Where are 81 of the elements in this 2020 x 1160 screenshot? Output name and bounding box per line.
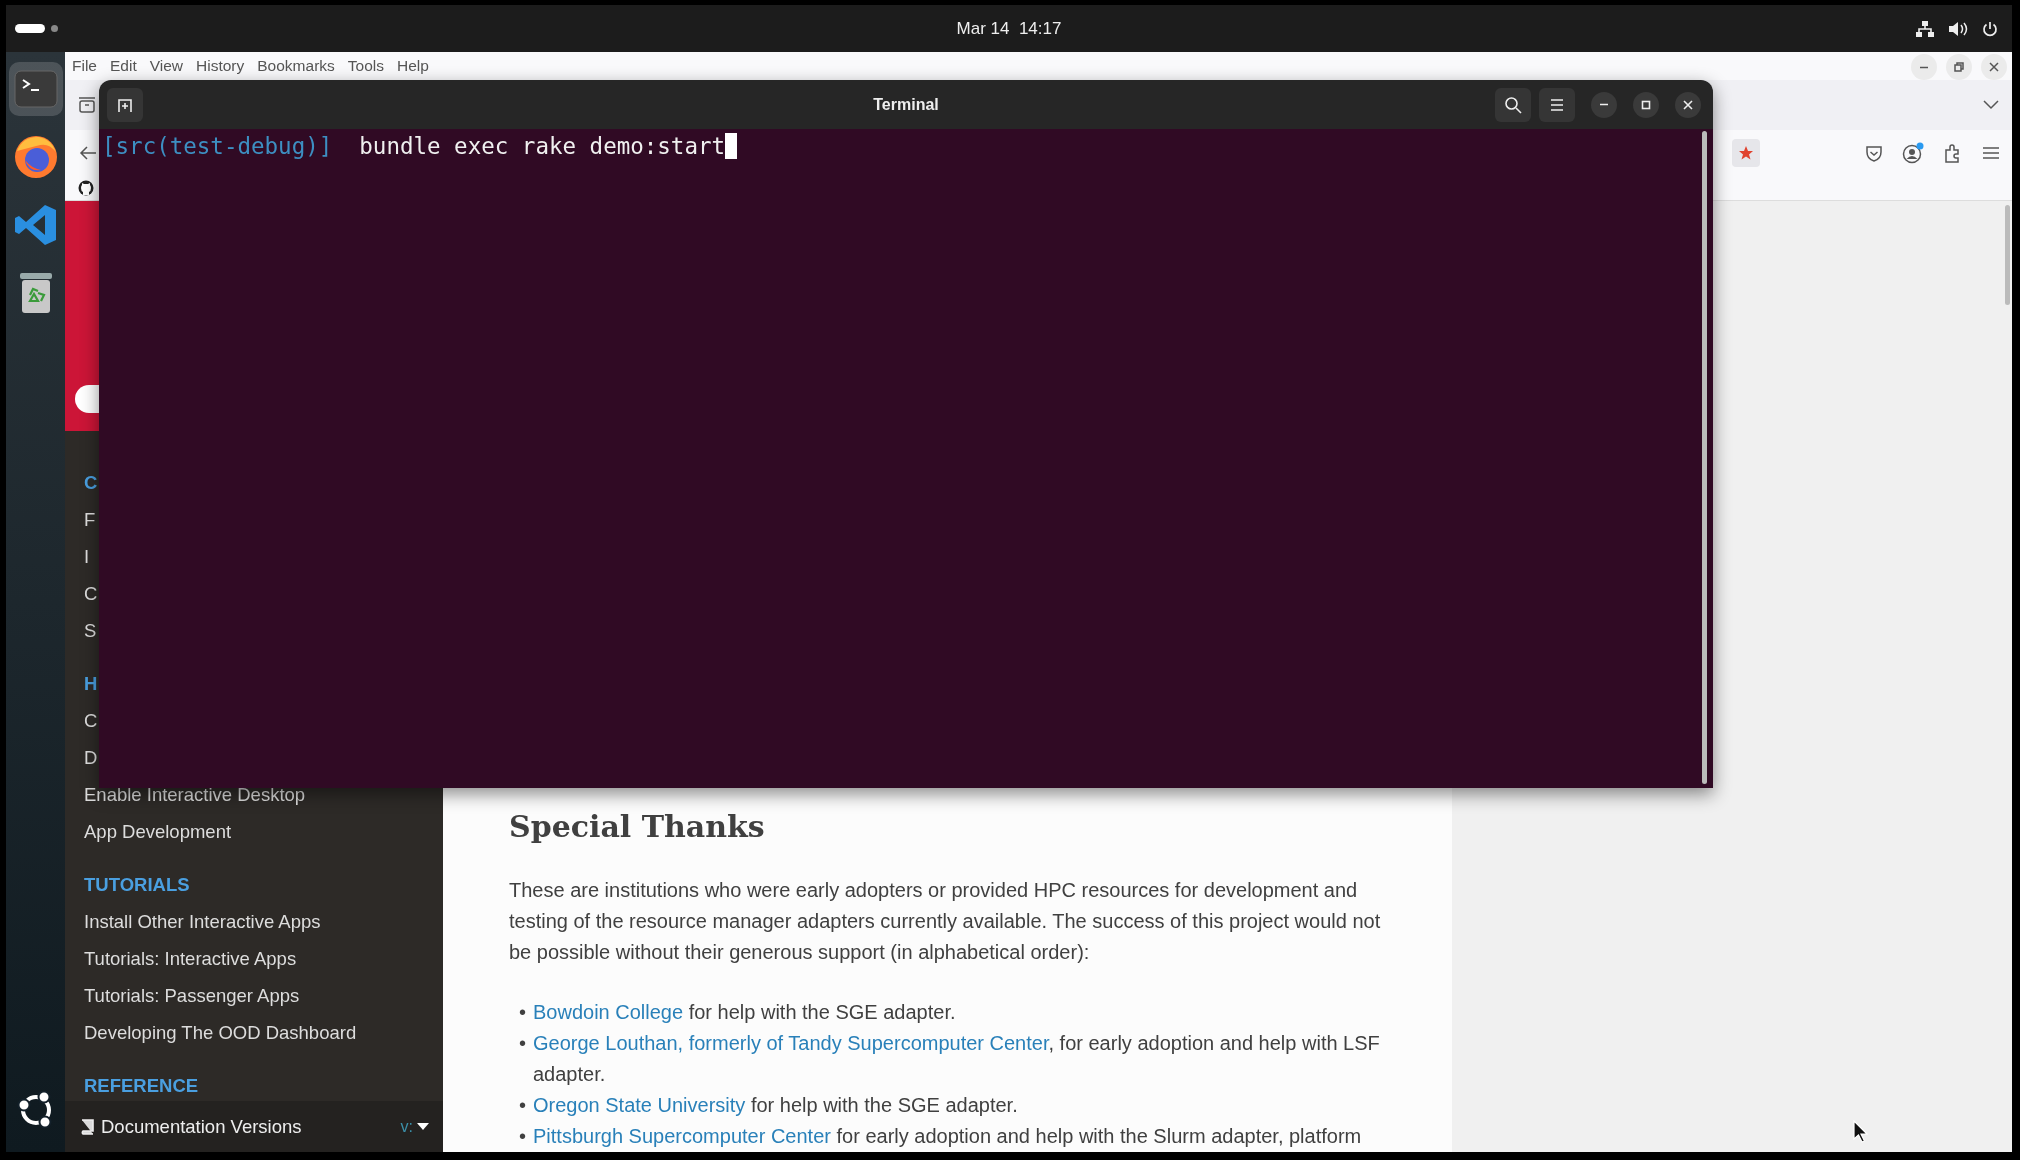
search-field[interactable]	[75, 385, 99, 413]
scrollbar[interactable]	[1702, 131, 1707, 784]
nav-link[interactable]: Tutorials: Interactive Apps	[84, 947, 297, 970]
scrollbar[interactable]	[2005, 205, 2010, 305]
shell-prompt: [src(test-debug)]	[102, 132, 333, 161]
repo-logo-icon[interactable]	[78, 179, 94, 196]
nav-link[interactable]: S	[84, 619, 97, 642]
restore-button[interactable]	[1946, 54, 1972, 80]
restore-icon	[1954, 62, 1964, 72]
close-button[interactable]	[1675, 91, 1701, 118]
nav-link[interactable]: F	[84, 508, 96, 531]
menu-item[interactable]: Help	[397, 57, 429, 75]
window-title: Terminal	[873, 95, 939, 114]
list-item: Oregon State University for help with the SGE adapter.	[533, 1093, 1018, 1118]
nav-heading: H	[84, 672, 98, 695]
close-button[interactable]	[1981, 54, 2007, 80]
section-heading: Special Thanks	[509, 808, 765, 846]
nav-heading: TUTORIALS	[84, 873, 190, 896]
nav-link[interactable]: Developing The OOD Dashboard	[84, 1021, 357, 1044]
menu-item[interactable]: Edit	[110, 57, 137, 75]
bullet: •	[519, 1031, 527, 1056]
terminal-area[interactable]: [src(test-debug)] bundle exec rake demo:start	[99, 129, 1713, 788]
new-tab-icon	[117, 96, 133, 113]
minimize-icon	[1919, 65, 1929, 69]
search-icon	[1504, 95, 1522, 114]
minimize-icon	[1599, 103, 1609, 106]
pointer-icon	[1853, 1120, 1869, 1144]
bullet: •	[519, 1093, 527, 1118]
back-arrow-icon[interactable]	[79, 144, 97, 161]
menu-button[interactable]	[1539, 87, 1575, 122]
chevron-down-icon[interactable]	[1982, 99, 2000, 111]
minimize-button[interactable]	[1591, 91, 1617, 118]
maximize-icon	[1641, 99, 1651, 110]
dock-tile[interactable]	[8, 62, 63, 116]
menu-item[interactable]: Bookmarks	[257, 57, 335, 75]
nav-link[interactable]: Tutorials: Passenger Apps	[84, 984, 300, 1007]
nav-link[interactable]: Install Other Interactive Apps	[84, 910, 321, 933]
drawer-icon[interactable]	[78, 96, 96, 114]
list-item: Bowdoin College for help with the SGE adapter.	[533, 1000, 956, 1025]
power-icon[interactable]	[1982, 20, 1998, 37]
versions-bar[interactable]: Documentation Versions v:	[65, 1101, 443, 1152]
menu-item[interactable]: History	[196, 57, 245, 75]
close-icon	[1989, 62, 1999, 72]
bullet: •	[519, 1124, 527, 1149]
maximize-button[interactable]	[1633, 91, 1659, 118]
nav-link[interactable]: C	[84, 582, 98, 605]
nav-link[interactable]: I	[84, 545, 90, 568]
search-button[interactable]	[1495, 87, 1531, 122]
clock[interactable]: Mar 14 14:17	[956, 18, 1062, 39]
version-label: v:	[400, 1117, 413, 1136]
menu-icon[interactable]	[1982, 145, 2000, 160]
star-icon[interactable]	[1738, 144, 1754, 161]
volume-icon[interactable]	[1948, 20, 1968, 37]
nav-heading: C	[84, 471, 98, 494]
nav-link[interactable]: App Development	[84, 820, 232, 843]
menu-item[interactable]: Tools	[347, 57, 384, 75]
shield-icon[interactable]	[1865, 143, 1883, 162]
nav-heading: REFERENCE	[84, 1074, 199, 1097]
close-icon	[1683, 99, 1693, 110]
caret-icon	[417, 1122, 429, 1131]
command-text: bundle exec rake demo:start	[359, 132, 726, 161]
bullet: •	[519, 1000, 527, 1025]
nav-link[interactable]: C	[84, 709, 98, 732]
account-icon[interactable]	[1902, 141, 1924, 164]
paragraph: These are institutions who were early adopters or provided HPC resources for development and testing of the resource manager adapters currently available. The success of this project would not be possible without their generous support (in alphabetical order):	[509, 878, 1382, 965]
link[interactable]: Pittsburgh Supercomputer Center	[533, 1125, 831, 1147]
link[interactable]: Bowdoin College	[533, 1001, 684, 1023]
list-item: Pittsburgh Supercomputer Center for early adoption and help with the Slurm adapter, platform	[533, 1124, 1362, 1149]
menu-item[interactable]: View	[149, 57, 184, 75]
text-cursor	[725, 133, 738, 159]
list-item: George Louthan, formerly of Tandy Supercomputer Center, for early adoption and help with LSF adapter.	[533, 1031, 1381, 1087]
menu-icon	[1550, 98, 1564, 111]
network-icon[interactable]	[1916, 20, 1934, 37]
versions-label: Documentation Versions	[101, 1115, 302, 1138]
nav-link[interactable]: D	[84, 746, 98, 769]
link[interactable]: Oregon State University	[533, 1094, 746, 1116]
new-tab-button[interactable]	[107, 87, 143, 122]
workspace-indicator[interactable]	[15, 24, 45, 33]
menu-item[interactable]: File	[72, 57, 97, 75]
link[interactable]: George Louthan, formerly of Tandy Supercomputer Center	[533, 1032, 1049, 1054]
terminal-icon[interactable]	[13, 70, 58, 108]
